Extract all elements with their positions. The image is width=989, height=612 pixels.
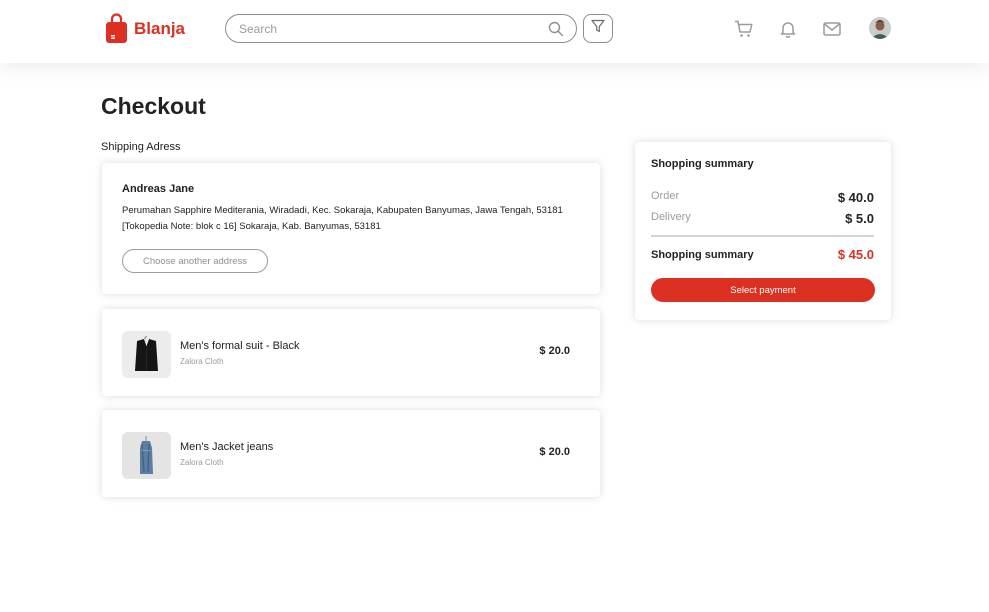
filter-button[interactable]	[583, 14, 613, 43]
item-price: $ 20.0	[539, 345, 570, 357]
delivery-value: $ 5.0	[845, 211, 874, 226]
product-image-black-suit	[122, 331, 171, 378]
order-label: Order	[651, 190, 680, 202]
item-store: Zalora Cloth	[180, 357, 224, 366]
item-price: $ 20.0	[539, 446, 570, 458]
product-image-denim-jacket	[122, 432, 171, 479]
select-payment-button[interactable]: Select payment	[651, 278, 875, 302]
address-text: Perumahan Sapphire Mediterania, Wiradadi…	[122, 205, 563, 232]
cart-icon[interactable]	[734, 19, 754, 39]
shopping-summary-card: Shopping summary Order $ 40.0 Delivery $…	[635, 142, 891, 320]
choose-address-button[interactable]: Choose another address	[122, 249, 268, 273]
shopping-bag-logo-icon	[105, 13, 128, 44]
shipping-section-label: Shipping Adress	[101, 141, 181, 153]
item-name: Men's Jacket jeans	[180, 441, 274, 453]
shipping-address-card: Andreas Jane Perumahan Sapphire Meditera…	[102, 163, 600, 294]
item-name: Men's formal suit - Black	[180, 340, 300, 352]
total-label: Shopping summary	[651, 249, 754, 261]
search-bar[interactable]	[225, 14, 577, 43]
page-title: Checkout	[101, 93, 206, 119]
mail-icon[interactable]	[822, 19, 842, 39]
search-icon[interactable]	[548, 21, 564, 42]
summary-divider	[651, 235, 874, 237]
navbar: Blanja	[0, 0, 989, 63]
brand-logo[interactable]: Blanja	[105, 13, 185, 44]
total-value: $ 45.0	[837, 247, 874, 262]
cart-item: Men's formal suit - Black Zalora Cloth $…	[102, 309, 600, 396]
search-input[interactable]	[239, 19, 539, 39]
delivery-label: Delivery	[651, 211, 691, 223]
cart-item: Men's Jacket jeans Zalora Cloth $ 20.0	[102, 410, 600, 497]
avatar[interactable]	[869, 17, 891, 39]
recipient-name: Andreas Jane	[122, 183, 195, 195]
brand-name: Blanja	[134, 18, 186, 38]
item-store: Zalora Cloth	[180, 458, 224, 467]
summary-title: Shopping summary	[651, 158, 754, 170]
order-value: $ 40.0	[837, 190, 874, 205]
filter-icon	[591, 19, 605, 38]
bell-icon[interactable]	[778, 19, 798, 39]
